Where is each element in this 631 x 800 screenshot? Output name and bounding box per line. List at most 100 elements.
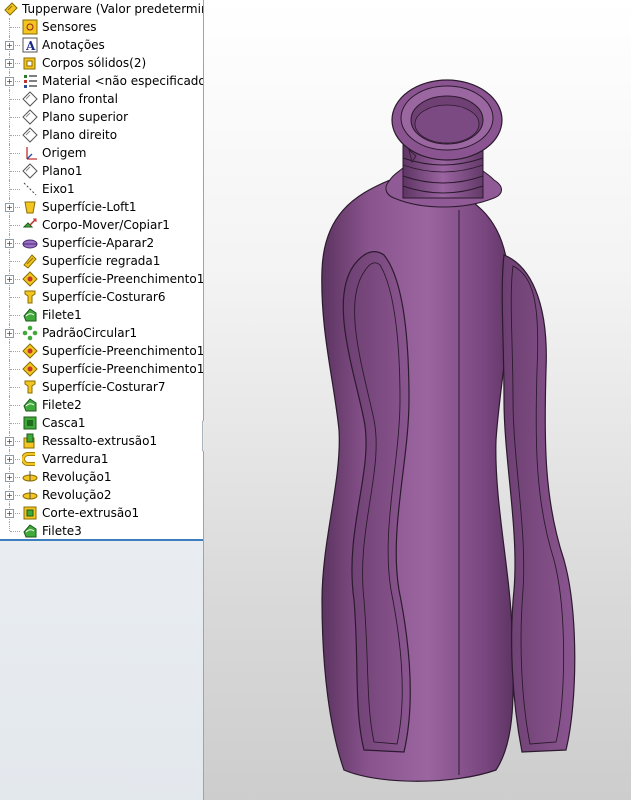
tree-connector	[10, 297, 20, 298]
tree-item-label: Plano direito	[42, 128, 118, 142]
tree-item-14[interactable]: + Superfície-Preenchimento1	[0, 270, 203, 288]
tree-connector	[10, 117, 20, 118]
tree-item-3[interactable]: + Material <não especificado>	[0, 72, 203, 90]
tree-item-26[interactable]: + Revolução2	[0, 486, 203, 504]
expand-toggle[interactable]: +	[5, 473, 14, 482]
tree-item-22[interactable]: Casca1	[0, 414, 203, 432]
tree-item-12[interactable]: + Superfície-Aparar2	[0, 234, 203, 252]
tree-item-6[interactable]: Plano direito	[0, 126, 203, 144]
graphics-viewport[interactable]	[204, 0, 631, 800]
tree-item-23[interactable]: + Ressalto-extrusão1	[0, 432, 203, 450]
fillet-icon	[22, 523, 38, 539]
cut-extrude-icon	[22, 505, 38, 521]
tree-item-label: Superfície-Costurar7	[42, 380, 166, 394]
tree-item-24[interactable]: + Varredura1	[0, 450, 203, 468]
tree-connector	[10, 153, 20, 154]
tree-item-label: Superfície-Aparar2	[42, 236, 155, 250]
annotations-icon: A	[22, 37, 38, 53]
right-grip-groove	[501, 254, 576, 753]
tree-connector	[10, 27, 20, 28]
filled-surface-icon	[22, 343, 38, 359]
bottle-3d-model[interactable]	[204, 0, 631, 800]
tree-item-17[interactable]: + PadrãoCircular1	[0, 324, 203, 342]
tree-item-19[interactable]: Superfície-Preenchimento12	[0, 360, 203, 378]
tree-item-11[interactable]: Corpo-Mover/Copiar1	[0, 216, 203, 234]
tree-item-label: Superfície-Loft1	[42, 200, 137, 214]
tree-item-5[interactable]: Plano superior	[0, 108, 203, 126]
expand-toggle[interactable]: +	[5, 437, 14, 446]
tree-connector	[10, 369, 20, 370]
tree-item-label: Plano superior	[42, 110, 129, 124]
tree-item-15[interactable]: Superfície-Costurar6	[0, 288, 203, 306]
tree-item-label: Corte-extrusão1	[42, 506, 140, 520]
root-part-label: Tupperware (Valor predeterminado	[22, 2, 203, 16]
expand-toggle[interactable]: +	[5, 275, 14, 284]
filled-surface-icon	[22, 361, 38, 377]
plane-icon	[22, 127, 38, 143]
tree-item-label: Superfície-Preenchimento12	[42, 362, 204, 376]
tree-item-0[interactable]: Sensores	[0, 18, 203, 36]
tree-item-label: PadrãoCircular1	[42, 326, 138, 340]
expand-toggle[interactable]: +	[5, 509, 14, 518]
tree-connector	[10, 531, 20, 532]
material-icon	[22, 73, 38, 89]
expand-toggle[interactable]: +	[5, 203, 14, 212]
tree-item-label: Anotações	[42, 38, 105, 52]
tree-item-label: Superfície-Preenchimento11	[42, 344, 204, 358]
tree-item-label: Plano frontal	[42, 92, 118, 106]
tree-item-25[interactable]: + Revolução1	[0, 468, 203, 486]
tree-item-10[interactable]: + Superfície-Loft1	[0, 198, 203, 216]
tree-item-28[interactable]: Filete3	[0, 522, 203, 540]
tree-item-label: Casca1	[42, 416, 86, 430]
tree-item-4[interactable]: Plano frontal	[0, 90, 203, 108]
fillet-icon	[22, 397, 38, 413]
tree-item-9[interactable]: Eixo1	[0, 180, 203, 198]
tree-item-label: Corpo-Mover/Copiar1	[42, 218, 170, 232]
sensors-icon	[22, 19, 38, 35]
tree-item-13[interactable]: Superfície regrada1	[0, 252, 203, 270]
tree-item-20[interactable]: Superfície-Costurar7	[0, 378, 203, 396]
expand-toggle[interactable]: +	[5, 491, 14, 500]
circular-pattern-icon	[22, 325, 38, 341]
shell-icon	[22, 415, 38, 431]
tree-item-27[interactable]: + Corte-extrusão1	[0, 504, 203, 522]
feature-manager-tree: Tupperware (Valor predeterminado Sensore…	[0, 0, 204, 800]
revolve-icon	[22, 469, 38, 485]
tree-end-separator	[0, 539, 203, 541]
tree-item-label: Ressalto-extrusão1	[42, 434, 158, 448]
tree-item-7[interactable]: Origem	[0, 144, 203, 162]
expand-toggle[interactable]: +	[5, 239, 14, 248]
tree-item-label: Superfície regrada1	[42, 254, 161, 268]
tree-item-label: Plano1	[42, 164, 83, 178]
expand-toggle[interactable]: +	[5, 455, 14, 464]
filled-surface-icon	[22, 271, 38, 287]
tree-item-label: Corpos sólidos(2)	[42, 56, 147, 70]
expand-toggle[interactable]: +	[5, 41, 14, 50]
tree-item-2[interactable]: + Corpos sólidos(2)	[0, 54, 203, 72]
expand-toggle[interactable]: +	[5, 59, 14, 68]
tree-item-label: Superfície-Preenchimento1	[42, 272, 204, 286]
plane-icon	[22, 109, 38, 125]
tree-root-part[interactable]: Tupperware (Valor predeterminado	[0, 0, 203, 18]
svg-text:A: A	[25, 39, 36, 53]
expand-toggle[interactable]: +	[5, 329, 14, 338]
tree-item-21[interactable]: Filete2	[0, 396, 203, 414]
surface-trim-icon	[22, 235, 38, 251]
tree-connector	[10, 171, 20, 172]
tree-item-label: Filete3	[42, 524, 82, 538]
tree-item-18[interactable]: Superfície-Preenchimento11	[0, 342, 203, 360]
knit-surface-icon	[22, 379, 38, 395]
tree-item-16[interactable]: Filete1	[0, 306, 203, 324]
axis-icon	[22, 181, 38, 197]
tree-item-1[interactable]: + A Anotações	[0, 36, 203, 54]
tree-connector	[10, 387, 20, 388]
tree-connector	[10, 423, 20, 424]
tree-connector	[10, 135, 20, 136]
tree-connector	[9, 522, 10, 531]
tree-connector	[10, 225, 20, 226]
solid-bodies-icon	[22, 55, 38, 71]
tree-item-8[interactable]: Plano1	[0, 162, 203, 180]
tree-connector	[10, 261, 20, 262]
tree-item-label: Revolução2	[42, 488, 112, 502]
expand-toggle[interactable]: +	[5, 77, 14, 86]
